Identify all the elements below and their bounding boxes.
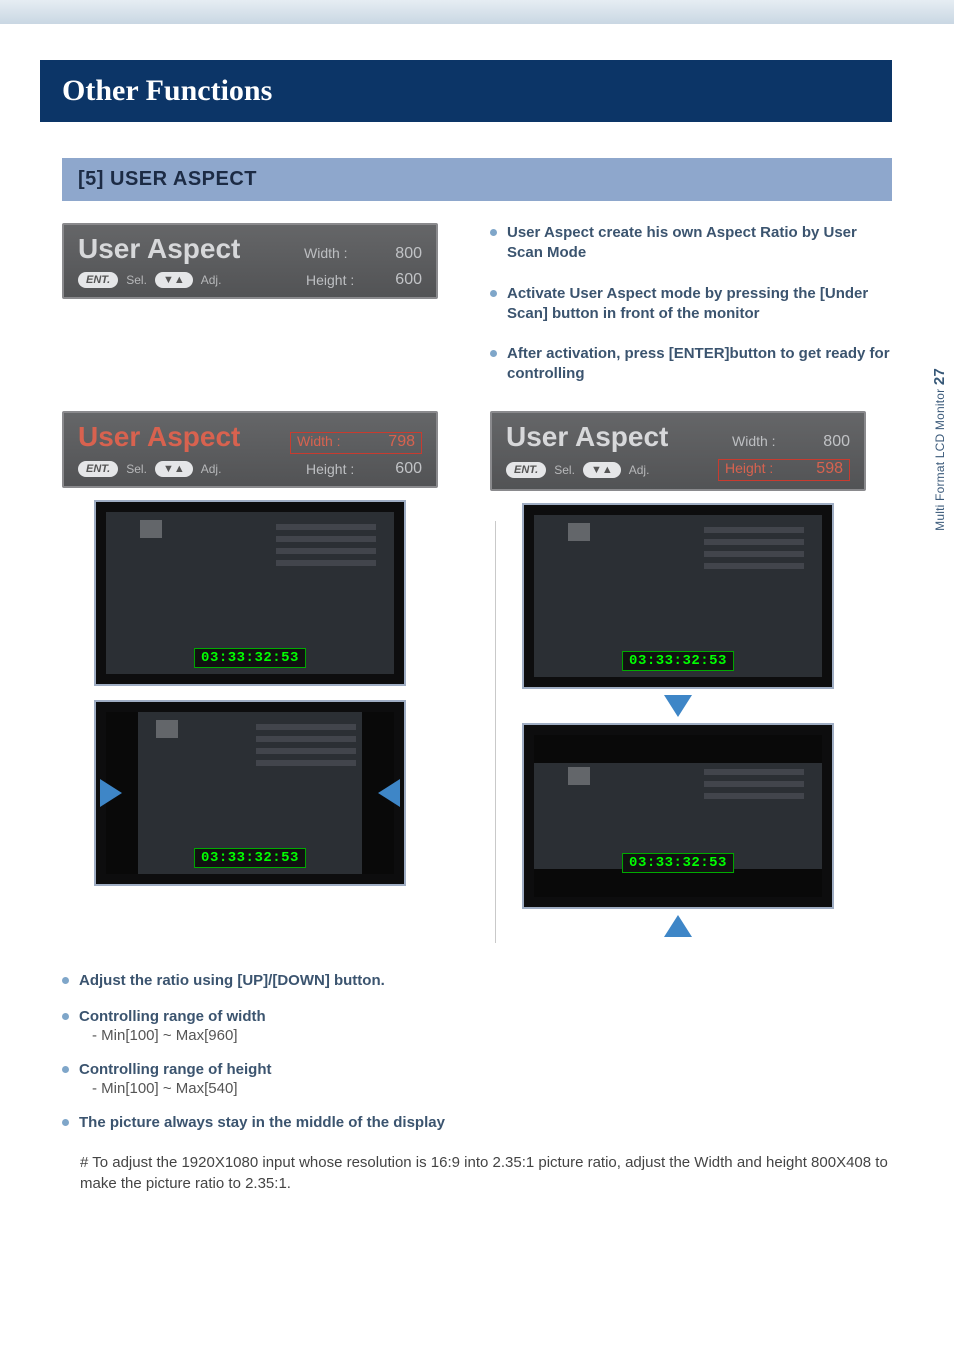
bullet-text: Controlling range of height [79,1060,271,1080]
height-range-sub: - Min[100] ~ Max[540] [92,1080,892,1097]
bullet-item: The picture always stay in the middle of… [62,1113,892,1133]
section-heading: [5] USER ASPECT [62,158,892,201]
bullet-text: Activate User Aspect mode by pressing th… [507,284,892,325]
osd-main-title: User Aspect [78,233,294,265]
bullet-text: After activation, press [ENTER]button to… [507,344,892,385]
top-left-column: User Aspect Width : 800 ENT. Sel. ▼▲ Adj… [62,223,464,385]
top-right-bullets: User Aspect create his own Aspect Ratio … [490,223,892,385]
osd-right-height-value: 598 [799,460,843,478]
ent-pill: ENT. [78,461,118,477]
bullet-dot-icon [490,350,497,357]
adj-label: Adj. [201,273,222,287]
adj-label: Adj. [629,463,650,477]
arrows-pill: ▼▲ [155,272,193,288]
timecode-label: 03:33:32:53 [194,648,306,668]
width-preview-stack: 03:33:32:53 03:33:32:53 [62,500,438,886]
osd-main-width-value: 800 [378,245,422,263]
osd-main-height-value: 600 [378,271,422,289]
timecode-label: 03:33:32:53 [622,853,734,873]
adj-label: Adj. [201,462,222,476]
page-title: Other Functions [40,60,892,122]
bullet-item: After activation, press [ENTER]button to… [490,344,892,385]
monitor-height-letterbox-preview: 03:33:32:53 [522,723,834,909]
osd-left-height-label: Height : [306,461,370,477]
bullet-item: Adjust the ratio using [UP]/[DOWN] butto… [62,971,892,991]
bullet-text: Adjust the ratio using [UP]/[DOWN] butto… [79,971,385,991]
bullet-item: Controlling range of width [62,1007,892,1027]
sel-label: Sel. [126,273,147,287]
column-divider [495,521,496,943]
osd-left-width-value: 798 [371,433,415,451]
arrows-pill: ▼▲ [583,462,621,478]
osd-main-width-label: Width : [304,245,368,261]
timecode-label: 03:33:32:53 [622,651,734,671]
osd-right-width-value: 800 [806,433,850,451]
bullet-text: The picture always stay in the middle of… [79,1113,445,1133]
top-two-column: User Aspect Width : 800 ENT. Sel. ▼▲ Adj… [62,223,892,385]
osd-width-adjust: User Aspect Width : 798 ENT. Sel. ▼▲ Adj… [62,411,438,488]
top-gradient-bar [0,0,954,24]
footnote: # To adjust the 1920X1080 input whose re… [80,1152,892,1194]
bullet-dot-icon [62,1013,69,1020]
middle-two-column: User Aspect Width : 798 ENT. Sel. ▼▲ Adj… [62,411,892,943]
bullet-dot-icon [62,1119,69,1126]
sel-label: Sel. [554,463,575,477]
osd-main: User Aspect Width : 800 ENT. Sel. ▼▲ Adj… [62,223,438,299]
width-range-sub: - Min[100] ~ Max[960] [92,1027,892,1044]
bullet-item: Controlling range of height [62,1060,892,1080]
ent-pill: ENT. [506,462,546,478]
ent-pill: ENT. [78,272,118,288]
bullet-dot-icon [62,977,69,984]
sel-label: Sel. [126,462,147,476]
osd-left-height-value: 600 [378,460,422,478]
arrows-pill: ▼▲ [155,461,193,477]
osd-left-title: User Aspect [78,421,280,453]
arrow-down-icon [664,695,692,717]
osd-right-width-label: Width : [732,433,796,449]
height-preview-stack: 03:33:32:53 03:33:32:53 [490,503,866,943]
bullet-dot-icon [490,290,497,297]
lower-bullets: Adjust the ratio using [UP]/[DOWN] butto… [62,971,892,1194]
timecode-label: 03:33:32:53 [194,848,306,868]
osd-right-height-label: Height : [725,460,789,476]
monitor-width-narrow-preview: 03:33:32:53 [94,700,406,886]
bullet-dot-icon [62,1066,69,1073]
bullet-item: User Aspect create his own Aspect Ratio … [490,223,892,264]
bullet-item: Activate User Aspect mode by pressing th… [490,284,892,325]
osd-right-title: User Aspect [506,421,722,453]
middle-left-column: User Aspect Width : 798 ENT. Sel. ▼▲ Adj… [62,411,464,943]
bullet-dot-icon [490,229,497,236]
monitor-full-preview: 03:33:32:53 [522,503,834,689]
osd-left-width-label: Width : [297,433,361,449]
middle-right-column: User Aspect Width : 800 ENT. Sel. ▼▲ Adj… [490,411,892,943]
osd-height-adjust: User Aspect Width : 800 ENT. Sel. ▼▲ Adj… [490,411,866,491]
monitor-full-preview: 03:33:32:53 [94,500,406,686]
bullet-text: Controlling range of width [79,1007,266,1027]
osd-main-height-label: Height : [306,272,370,288]
page-content: Other Functions [5] USER ASPECT User Asp… [0,24,954,1234]
arrow-up-icon [664,915,692,937]
bullet-text: User Aspect create his own Aspect Ratio … [507,223,892,264]
